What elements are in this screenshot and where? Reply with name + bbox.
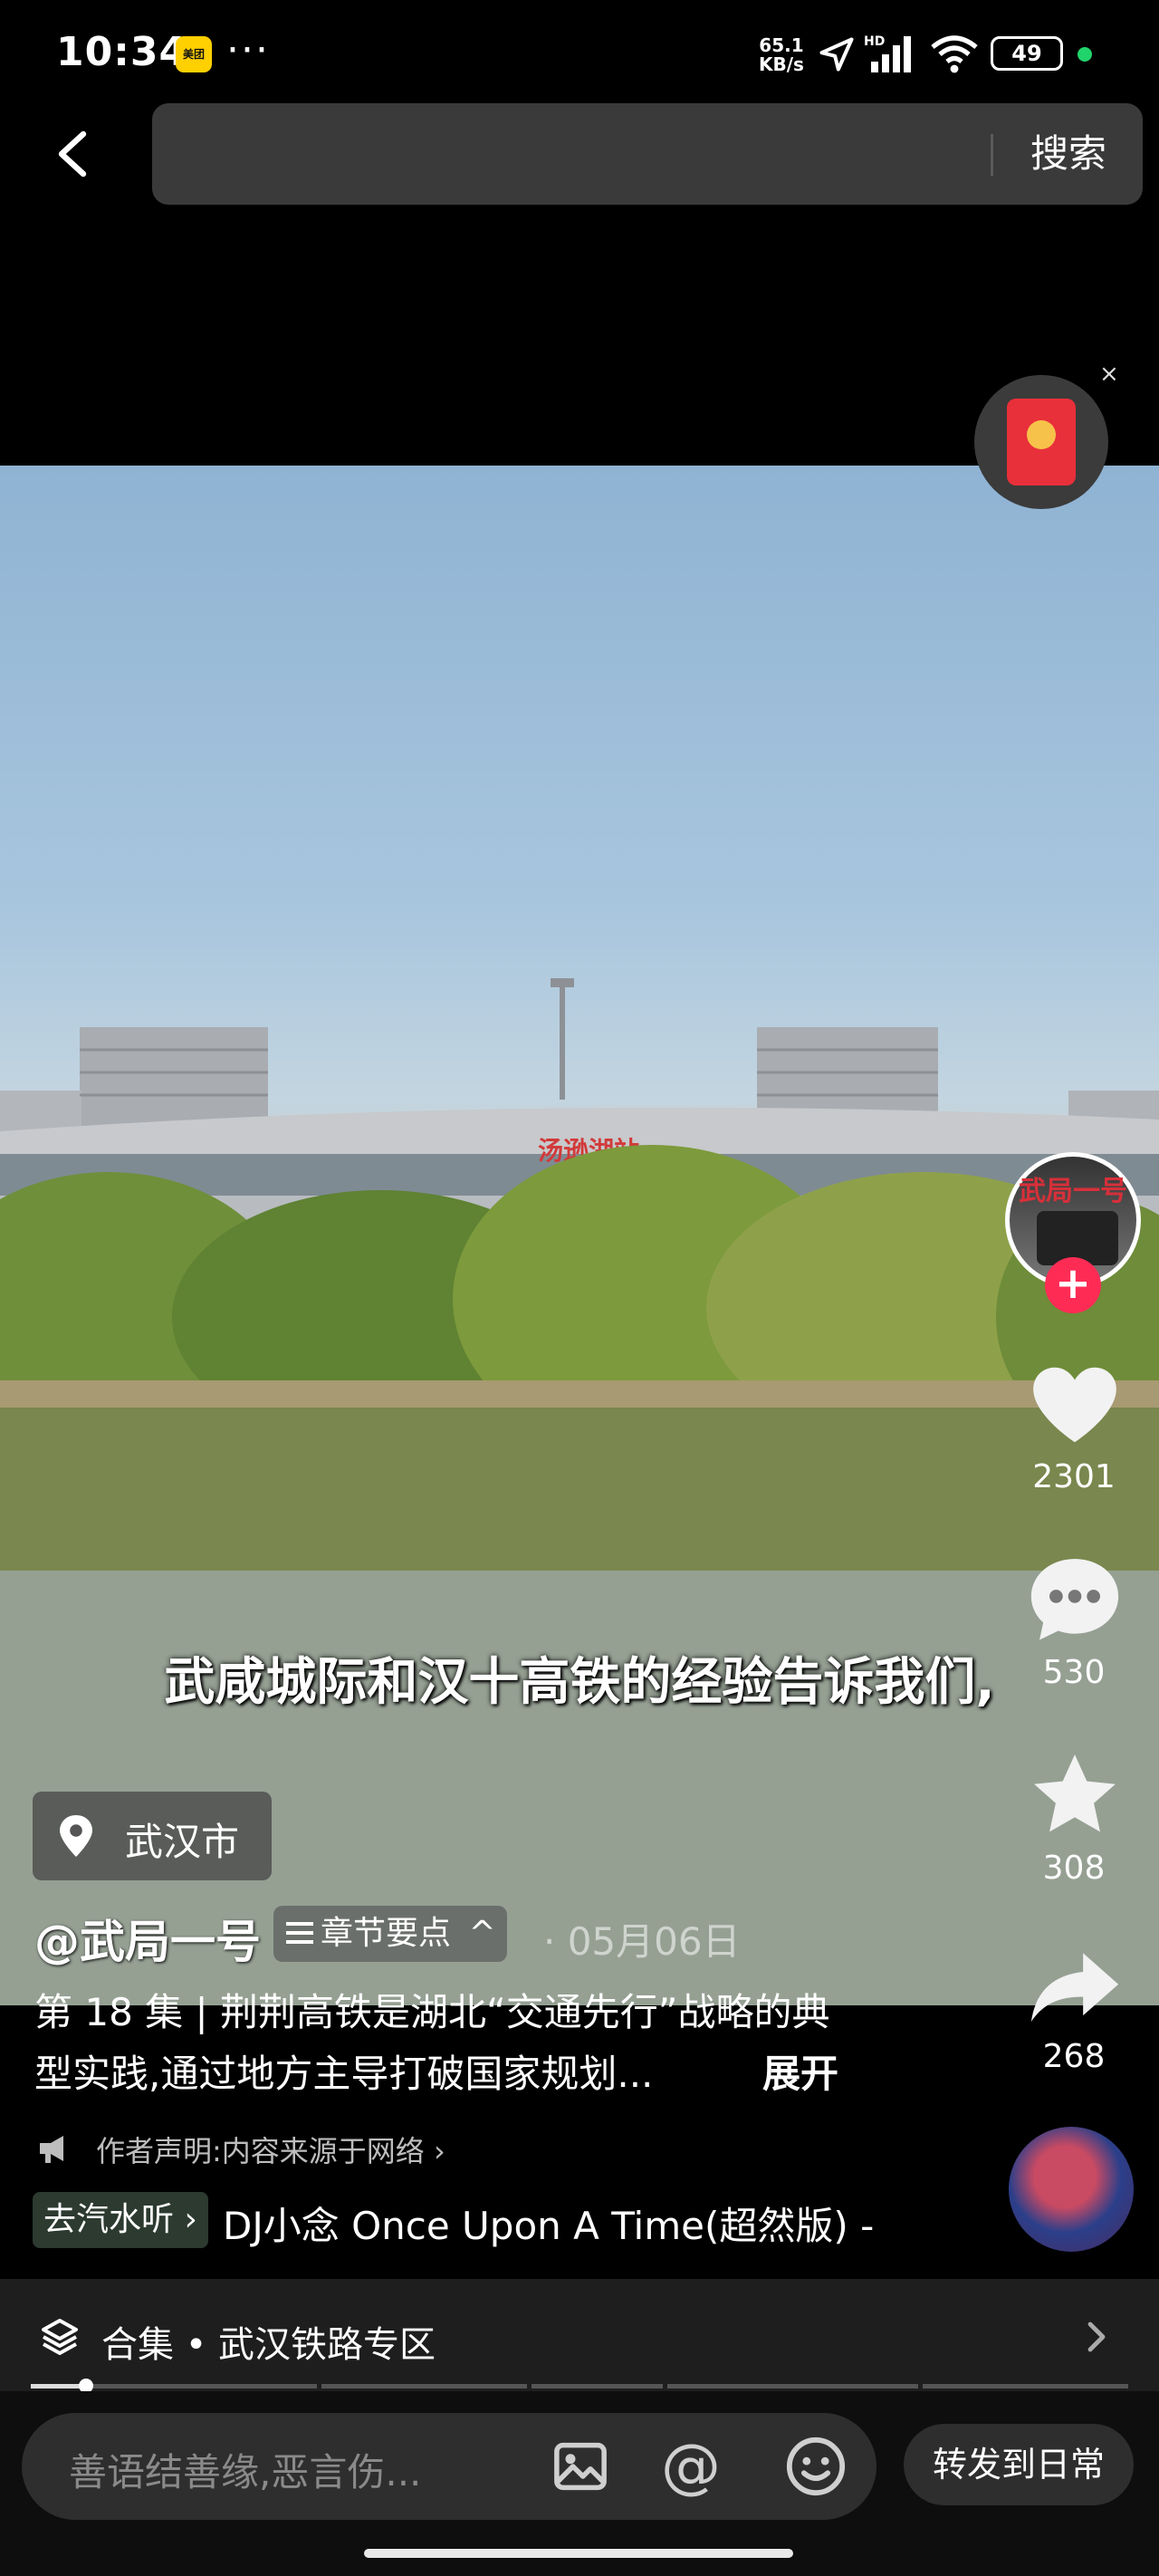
video-progress-track[interactable] (31, 2384, 1128, 2389)
location-arrow-icon (819, 37, 854, 72)
status-time: 10:34 (56, 29, 188, 75)
music-disc-icon[interactable] (1009, 2127, 1134, 2252)
video-frame-illustration: 汤逊湖站 (0, 978, 1159, 2005)
wifi-icon (931, 35, 978, 73)
qishui-music-label: 去汽水听 (43, 2201, 175, 2238)
follow-button[interactable]: + (1045, 1257, 1101, 1313)
qishui-music-button[interactable]: 去汽水听 › (33, 2192, 208, 2248)
post-date: · 05月06日 (543, 1919, 741, 1964)
favorite-star-icon[interactable] (1025, 1746, 1125, 1846)
share-arrow-icon[interactable] (1025, 1937, 1125, 2036)
cellular-signal-icon: HD (864, 34, 911, 72)
layers-icon (42, 2319, 78, 2355)
red-packet-close-icon[interactable]: × (1099, 360, 1119, 388)
description-line-1: 第 18 集 | 荆荆高铁是湖北“交通先行”战略的典 (34, 1990, 830, 2034)
chapter-tick (527, 2384, 532, 2389)
chapter-tick (663, 2384, 667, 2389)
chevron-right-icon: › (184, 2201, 197, 2238)
emoji-icon[interactable] (784, 2435, 848, 2498)
search-input[interactable] (152, 103, 1143, 205)
share-to-daily-button[interactable]: 转发到日常 (904, 2424, 1134, 2505)
more-notifications-icon: ··· (226, 27, 270, 73)
mention-at-icon[interactable]: @ (661, 2431, 721, 2501)
share-count: 268 (1042, 2038, 1106, 2075)
chapter-tick (918, 2384, 923, 2389)
svg-text:HD: HD (864, 34, 885, 49)
battery-indicator: 49 (991, 36, 1063, 71)
meituan-notification-icon: 美团 (176, 36, 212, 72)
location-city[interactable]: 武汉市 (125, 1812, 239, 1867)
privacy-indicator-dot (1078, 47, 1092, 62)
comment-count: 530 (1042, 1654, 1106, 1691)
favorite-count: 308 (1042, 1850, 1106, 1887)
music-title[interactable]: DJ小念 Once Upon A Time(超然版) - (223, 2196, 902, 2251)
comment-bubble-icon[interactable] (1025, 1551, 1125, 1650)
red-envelope-icon (1007, 399, 1076, 485)
home-indicator[interactable] (364, 2549, 793, 2558)
video-progress-fill (31, 2384, 86, 2389)
network-speed-value: 65.1 (759, 34, 804, 56)
search-divider (991, 134, 993, 176)
megaphone-icon (40, 2136, 63, 2163)
network-speed-unit: KB/s (759, 53, 804, 75)
comment-placeholder[interactable]: 善语结善缘,恶言伤... (69, 2442, 421, 2497)
chevron-up-icon: ^ (468, 1915, 496, 1952)
author-name[interactable]: @武局一号 (34, 1906, 261, 1971)
author-declaration[interactable]: 作者声明:内容来源于网络 › (96, 2129, 445, 2170)
like-heart-icon[interactable] (1025, 1355, 1125, 1455)
image-icon[interactable] (551, 2437, 610, 2496)
like-count: 2301 (1032, 1458, 1116, 1495)
network-speed: 65.1 KB/s (759, 36, 804, 74)
video-subtitle: 武咸城际和汉十高铁的经验告诉我们, (164, 1653, 995, 1712)
description-line-2: 型实践,通过地方主导打破国家规划... (34, 2052, 654, 2096)
chevron-right-icon[interactable] (1083, 2319, 1110, 2355)
back-arrow-icon[interactable] (47, 127, 101, 181)
expand-description-link[interactable]: 展开 (762, 2043, 838, 2099)
location-pin-icon (60, 1815, 92, 1857)
chapter-points-label: 章节要点 (321, 1915, 452, 1952)
chapter-tick (317, 2384, 321, 2389)
collection-label[interactable]: 合集 • 武汉铁路专区 (101, 2315, 436, 2368)
avatar-label: 武局一号 (1019, 1176, 1127, 1207)
search-button[interactable]: 搜索 (1007, 125, 1130, 183)
list-icon (286, 1922, 313, 1944)
video-player[interactable]: 汤逊湖站 (0, 466, 1159, 2005)
